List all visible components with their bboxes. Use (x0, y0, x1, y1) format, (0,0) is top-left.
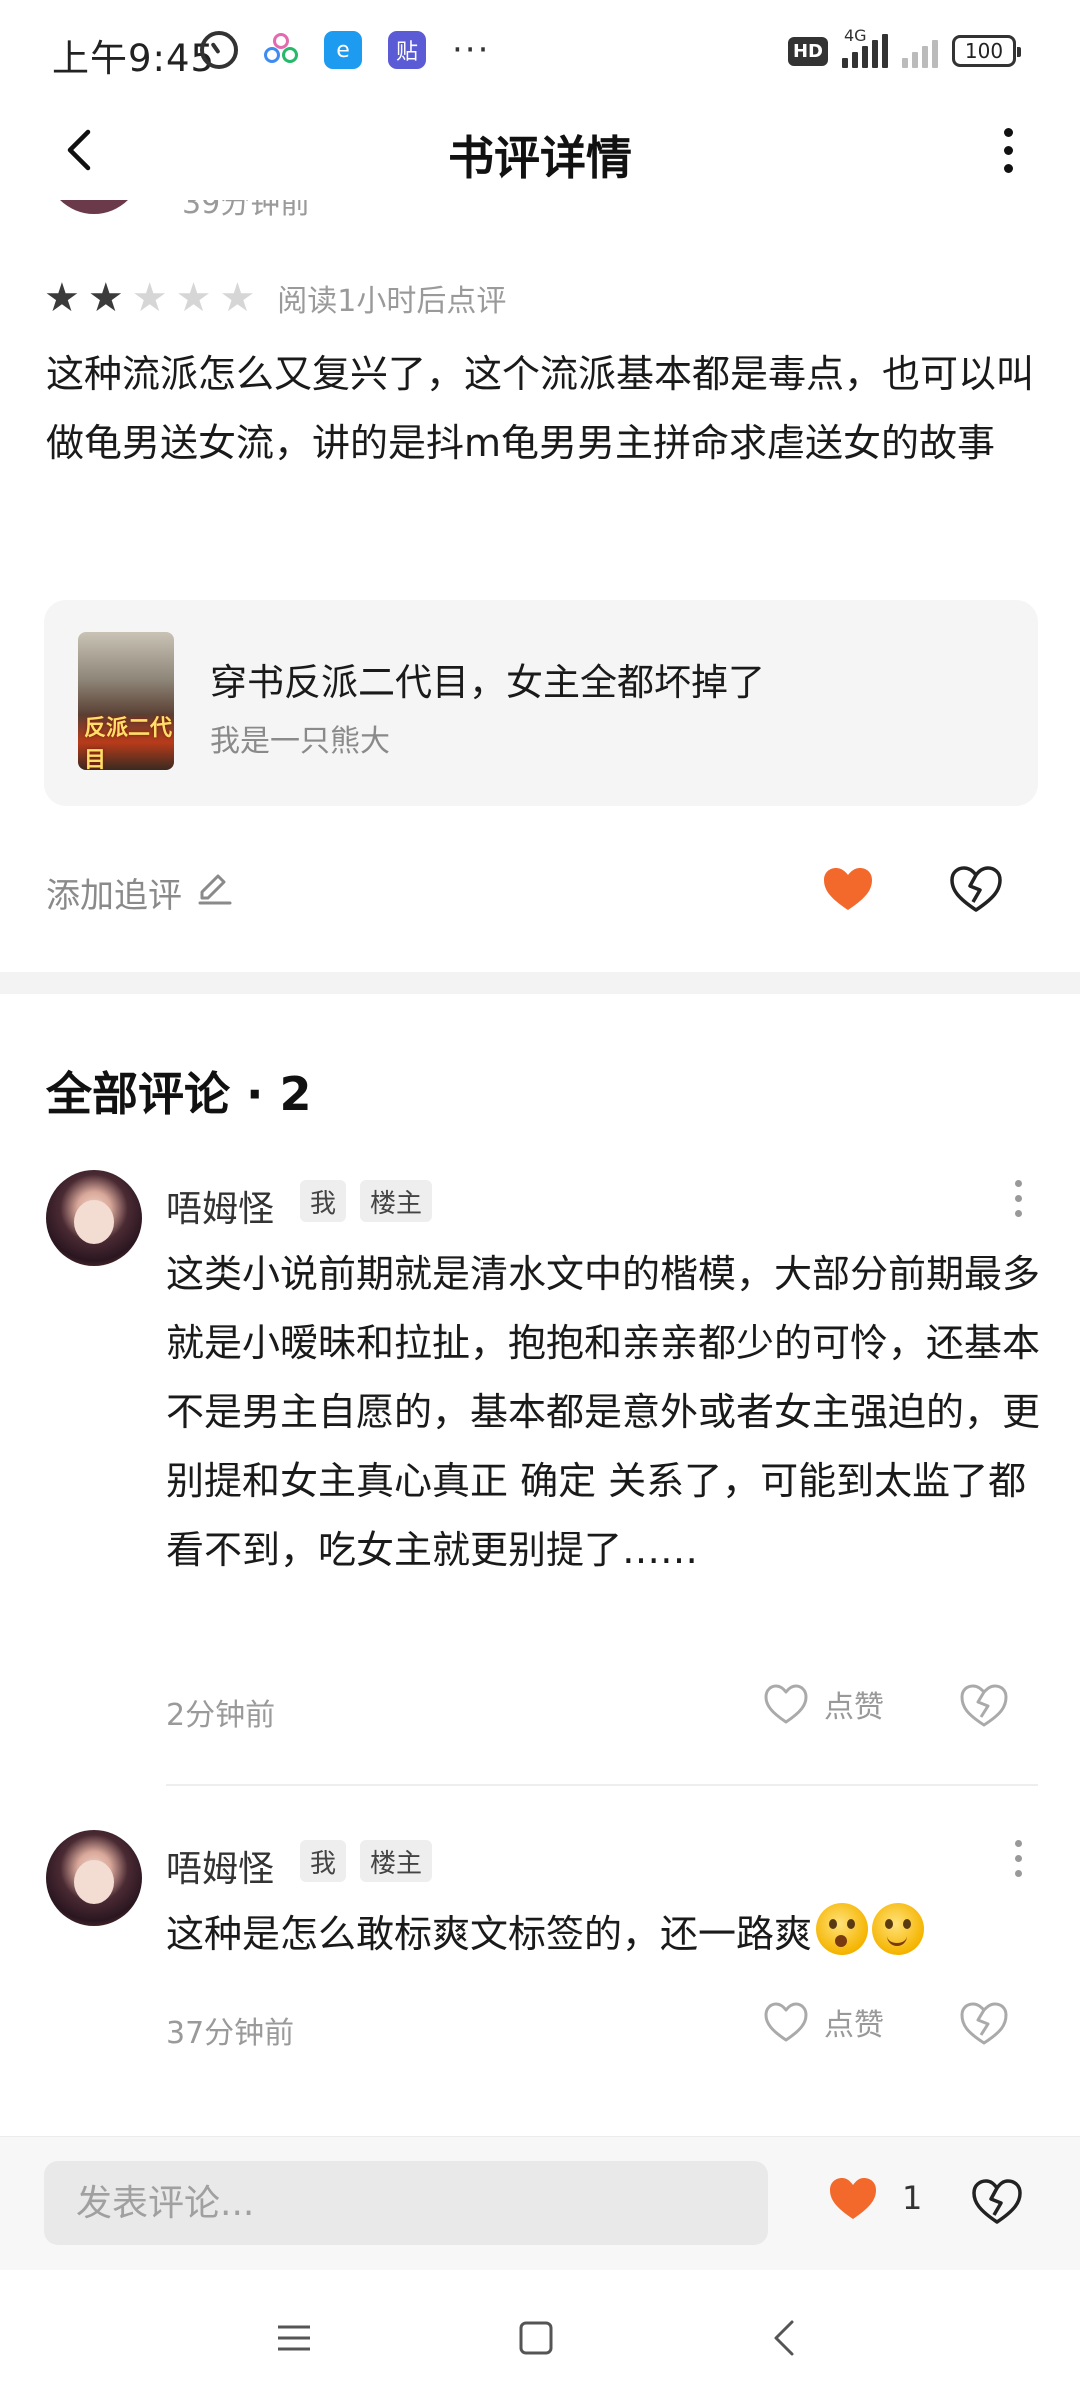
tag-me: 我 (300, 1180, 347, 1222)
like-count: 1 (902, 2179, 923, 2217)
broken-heart-icon[interactable] (948, 862, 1004, 918)
tag-me: 我 (300, 1840, 347, 1882)
comment-like-button[interactable]: 点赞 (762, 2000, 884, 2044)
battery-icon: 100 (952, 35, 1021, 67)
book-author: 我是一只熊大 (210, 724, 390, 759)
status-bar: 上午9:45 e 贴 ··· HD 4G 100 (0, 0, 1080, 100)
page-title: 书评详情 (448, 131, 632, 185)
comment-more-button[interactable] (1008, 1840, 1028, 1877)
smile-emoji-icon (872, 1903, 925, 1955)
comment-author-name[interactable]: 唔姆怪 (166, 1840, 274, 1892)
broken-heart-icon[interactable] (958, 1680, 1010, 1732)
read-note: 阅读1小时后点评 (277, 284, 507, 319)
avatar[interactable] (46, 1170, 142, 1266)
tieba-char: 贴 (395, 40, 418, 65)
comment-text-body: 这种是怎么敢标爽文标签的，还一路爽 (166, 1912, 813, 1956)
status-time: 上午9:45 (52, 37, 216, 80)
app-header: 书评详情 (0, 100, 1080, 200)
flower-app-icon (264, 33, 298, 67)
star-empty-icon: ★ (175, 275, 212, 321)
bottom-like-button[interactable]: 1 (826, 2173, 922, 2223)
status-right-icons: HD 4G 100 (787, 26, 1021, 72)
star-filled-icon: ★ (44, 275, 80, 321)
tieba-app-icon: 贴 (388, 31, 426, 69)
comments-title: 全部评论 · 2 (46, 1067, 312, 1121)
like-label: 点赞 (824, 2008, 884, 2043)
chevron-left-icon (774, 2320, 794, 2356)
heart-outline-icon (764, 1684, 808, 1724)
status-app-icons: e 贴 ··· (200, 28, 490, 72)
book-title: 穿书反派二代目，女主全都坏掉了 (210, 661, 765, 704)
broken-heart-icon[interactable] (970, 2175, 1024, 2229)
hd-badge: HD (787, 36, 828, 66)
book-card[interactable]: 反派二代目 穿书反派二代目，女主全都坏掉了 我是一只熊大 (44, 600, 1038, 806)
comment-divider (166, 1784, 1038, 1786)
status-more-dots: ··· (452, 30, 491, 70)
heart-filled-icon[interactable] (820, 862, 876, 918)
browser-app-icon: e (324, 31, 362, 69)
book-cover-image: 反派二代目 (78, 632, 174, 770)
tag-op: 楼主 (360, 1840, 433, 1882)
star-empty-icon: ★ (131, 275, 168, 321)
network-type: 4G (844, 26, 867, 45)
comment-input[interactable] (44, 2161, 768, 2245)
nav-back-button[interactable] (756, 2308, 816, 2368)
avatar[interactable] (46, 1830, 142, 1926)
more-menu-button[interactable] (976, 118, 1040, 182)
comment-text: 这种是怎么敢标爽文标签的，还一路爽 (166, 1900, 1046, 1969)
heart-filled-icon (830, 2178, 876, 2219)
heart-outline-icon (764, 2002, 808, 2042)
menu-icon (278, 2325, 310, 2351)
section-divider (0, 972, 1080, 994)
comment-more-button[interactable] (1008, 1180, 1028, 1217)
add-follow-label: 添加追评 (46, 876, 182, 916)
nav-home-button[interactable] (506, 2308, 566, 2368)
square-icon (519, 2321, 553, 2355)
nav-menu-button[interactable] (264, 2308, 324, 2368)
review-text: 这种流派怎么又复兴了，这个流派基本都是毒点，也可以叫做龟男送女流，讲的是抖m龟男… (46, 352, 1035, 465)
add-follow-review-button[interactable]: 添加追评 (46, 868, 234, 917)
like-label: 点赞 (824, 1690, 884, 1725)
shocked-emoji-icon (816, 1903, 869, 1955)
tag-op: 楼主 (360, 1180, 433, 1222)
comment-like-button[interactable]: 点赞 (762, 1682, 884, 1726)
comment-time: 37分钟前 (166, 2016, 295, 2051)
bottom-comment-bar: 1 (0, 2136, 1080, 2270)
comment-author-name[interactable]: 唔姆怪 (166, 1180, 274, 1232)
system-nav-bar (0, 2270, 1080, 2400)
star-empty-icon: ★ (219, 275, 256, 321)
signal-4g-icon: 4G (842, 26, 888, 68)
star-filled-icon: ★ (87, 275, 124, 321)
pencil-icon (194, 868, 234, 917)
signal-weak-icon (902, 34, 938, 68)
comment-text: 这类小说前期就是清水文中的楷模，大部分前期最多就是小暧昧和拉扯，抱抱和亲亲都少的… (166, 1252, 1041, 1572)
broken-heart-icon[interactable] (958, 1998, 1010, 2050)
rating-stars: ★ ★ ★ ★ ★ 阅读1小时后点评 (44, 276, 506, 320)
book-cover-text: 反派二代目 (84, 716, 173, 770)
alarm-icon (200, 31, 238, 69)
comment-time: 2分钟前 (166, 1698, 276, 1733)
